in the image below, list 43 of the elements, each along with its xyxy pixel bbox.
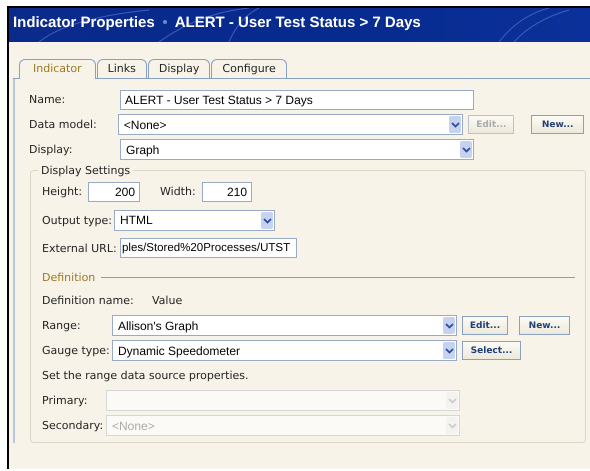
section-title: Display Settings [40, 164, 132, 177]
dropdown[interactable]: Allison's Graph [112, 315, 457, 336]
separator-icon [162, 20, 167, 24]
field-label: Range: [42, 319, 82, 332]
tab[interactable]: Links [96, 59, 147, 78]
tab[interactable]: Indicator [19, 59, 96, 79]
chevron-down-icon [460, 141, 472, 158]
dropdown[interactable]: Dynamic Speedometer [112, 340, 457, 361]
field-label: Output type: [42, 214, 113, 226]
chevron-down-icon [446, 392, 458, 409]
field-label: Secondary: [42, 419, 104, 432]
instruction-text: Set the range data source properties. [42, 369, 249, 382]
chevron-down-icon [443, 317, 455, 334]
dialog-subtitle: ALERT - User Test Status > 7 Days [174, 14, 421, 30]
action-button[interactable]: Edit... [462, 316, 508, 335]
action-button[interactable]: New... [519, 316, 570, 335]
dropdown[interactable]: Graph [120, 139, 474, 160]
definition-value: Value [152, 294, 182, 307]
chevron-down-icon [443, 342, 455, 359]
tab[interactable]: Display [148, 59, 210, 78]
field-label: Name: [29, 93, 66, 106]
field-label: Definition name: [42, 294, 135, 307]
field-label: Data model: [29, 118, 98, 131]
chevron-down-icon [261, 212, 273, 228]
name-field[interactable]: ALERT - User Test Status > 7 Days [120, 90, 474, 110]
field-label: Width: [160, 185, 197, 198]
dropdown[interactable]: <None> [118, 114, 464, 135]
tab[interactable]: Configure [211, 59, 287, 78]
width-field[interactable]: 210 [202, 182, 252, 202]
field-label: External URL: [42, 242, 118, 254]
field-label: Height: [42, 185, 84, 198]
url-field[interactable]: ples/Stored%20Processes/UTST [120, 238, 297, 258]
field-label: Display: [29, 143, 74, 156]
section-title: Definition [42, 270, 96, 284]
field-label: Primary: [42, 394, 88, 407]
chevron-down-icon [446, 417, 458, 434]
field-label: Gauge type: [42, 344, 111, 357]
height-field[interactable]: 200 [88, 182, 140, 202]
dialog-title: Indicator Properties [13, 14, 155, 30]
chevron-down-icon [449, 116, 462, 133]
action-button[interactable]: New... [531, 115, 584, 134]
action-button[interactable]: Select... [462, 341, 521, 360]
dropdown[interactable]: HTML [114, 210, 275, 230]
